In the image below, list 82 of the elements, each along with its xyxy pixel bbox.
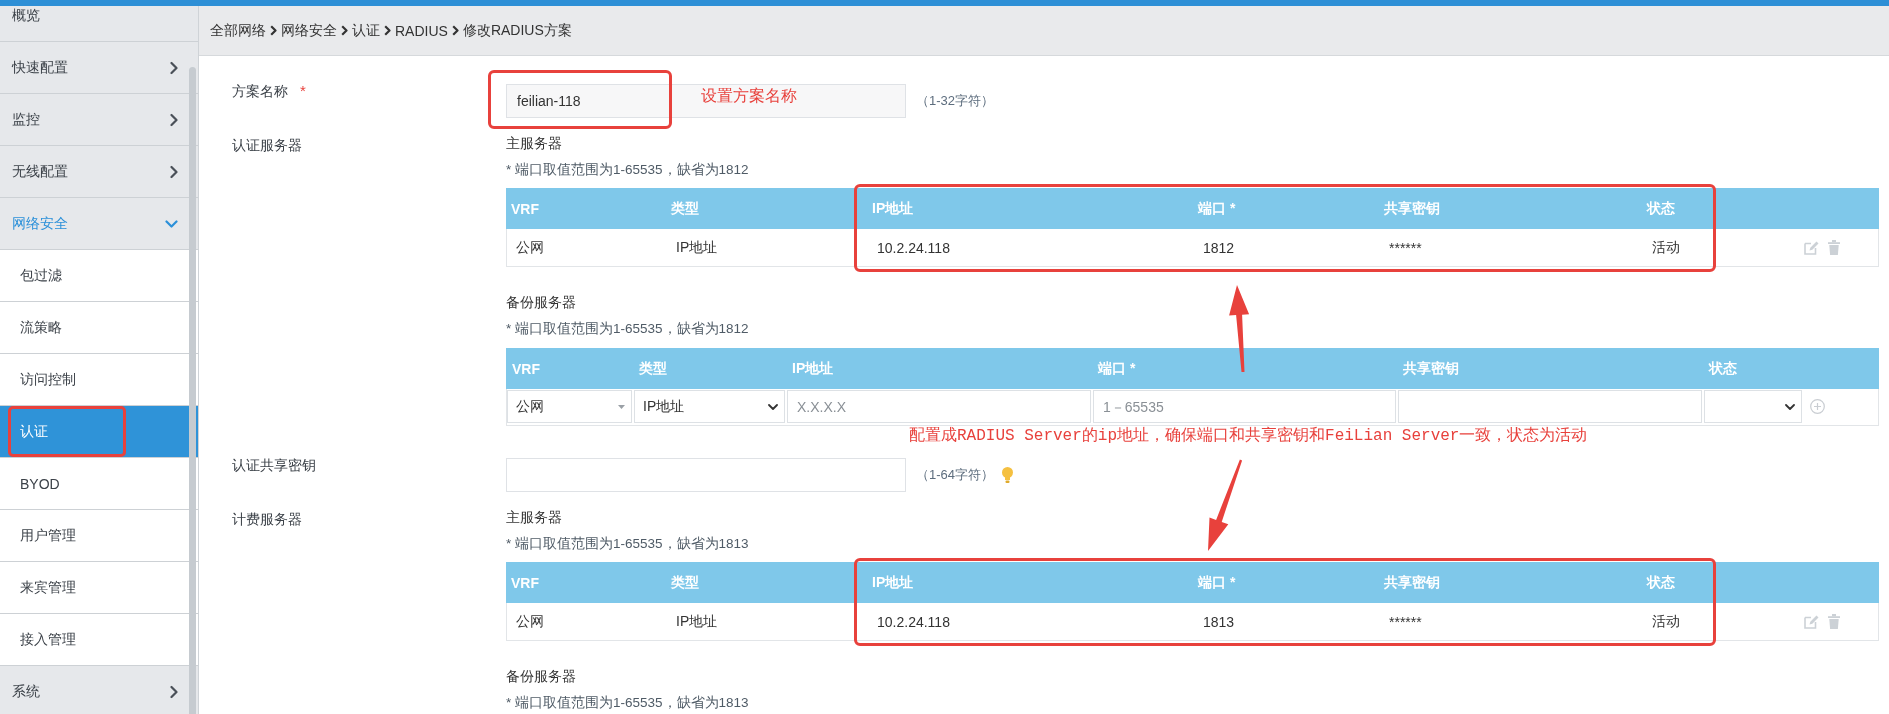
annotation-text: 配置成RADIUS Server的ip地址，确保端口和共享密钥和FeiLian Server一致，状态为活动 [909,428,1588,445]
field-label: 方案名称 [232,84,288,98]
column-header: 共享密钥 [1403,359,1459,378]
section-title: 主服务器 [506,134,562,153]
chevron-right-icon [384,25,391,36]
caret-icon [618,404,625,409]
column-header: 状态 [1709,359,1737,378]
field-label: 认证共享密钥 [232,458,316,472]
column-header: 端口 * [1098,359,1136,378]
select-field[interactable]: IP地址 [634,390,785,423]
section-title: 备份服务器 [506,667,576,686]
chevron-right-icon [170,113,178,126]
shared-key-value: ****** [1389,613,1422,630]
chevron-right-icon [170,165,178,178]
input-field[interactable] [1398,390,1702,423]
column-header: 类型 [671,199,699,218]
scrollbar[interactable] [189,67,196,714]
column-header: VRF [511,574,539,591]
column-header: 类型 [639,359,667,378]
breadcrumb-link[interactable]: 全部网络 [210,21,266,40]
input-field[interactable]: X.X.X.X [787,390,1091,423]
breadcrumb-link[interactable]: 认证 [352,21,380,40]
breadcrumb-link[interactable]: RADIUS [395,22,448,39]
chevron-right-icon [270,25,277,36]
chevron-right-icon [170,61,178,74]
chevron-down-icon [165,219,178,228]
type-value: IP地址 [676,612,718,631]
column-header: 状态 [1647,573,1675,592]
add-icon[interactable] [1810,399,1825,414]
delete-icon[interactable] [1828,240,1840,255]
column-header: 端口 * [1198,573,1236,592]
ip-address-value: 10.2.24.118 [877,239,950,256]
column-header: VRF [511,200,539,217]
column-header: IP地址 [872,573,914,592]
field-label: 认证服务器 [232,136,302,155]
status-value: 活动 [1652,612,1680,631]
section-title: 主服务器 [506,508,562,527]
breadcrumb-current: 修改RADIUS方案 [462,21,572,40]
port-value: 1813 [1203,613,1235,630]
delete-icon[interactable] [1828,614,1840,629]
column-header: 端口 * [1198,199,1236,218]
port-value: 1812 [1203,239,1235,256]
chevron-down-icon [1785,403,1795,410]
select-field[interactable] [1704,390,1802,423]
edit-icon[interactable] [1804,614,1819,629]
port-range-note: * 端口取值范围为1-65535，缺省为1812 [506,161,749,179]
menu-item[interactable]: 快速配置 [0,42,198,94]
chevron-right-icon [341,25,348,36]
menu-item[interactable]: 无线配置 [0,146,198,198]
status-value: 活动 [1652,238,1680,257]
chevron-right-icon [170,685,178,698]
port-range-note: * 端口取值范围为1-65535，缺省为1813 [506,694,749,712]
hint-text: （1-32字符） [916,92,995,110]
chevron-down-icon [768,403,778,410]
vrf-value: 公网 [516,238,544,257]
menu-item[interactable]: 监控 [0,94,198,146]
shared-key-value: ****** [1389,239,1422,256]
port-range-note: * 端口取值范围为1-65535，缺省为1812 [506,320,749,338]
column-header: IP地址 [872,199,914,218]
ip-address-value: 10.2.24.118 [877,613,950,630]
dropdown[interactable]: 公网 [507,390,632,423]
column-header: 状态 [1647,199,1675,218]
menu-item[interactable]: 概览 [0,6,198,42]
port-range-note: * 端口取值范围为1-65535，缺省为1813 [506,535,749,553]
chevron-right-icon [451,25,459,36]
edit-icon[interactable] [1804,240,1819,255]
column-header: 共享密钥 [1384,199,1440,218]
input-field[interactable]: 1－65535 [1093,390,1396,423]
column-header: VRF [512,360,540,377]
text-input-field[interactable] [506,458,906,492]
section-title: 备份服务器 [506,293,576,312]
required-mark: * [300,84,306,98]
type-value: IP地址 [676,238,718,257]
field-label: 计费服务器 [232,510,302,529]
hint-text: （1-64字符） [916,466,995,484]
column-header: 共享密钥 [1384,573,1440,592]
breadcrumb-link[interactable]: 网络安全 [281,21,337,40]
column-header: IP地址 [792,359,834,378]
annotation-text: 设置方案名称 [701,87,797,105]
column-header: 类型 [671,573,699,592]
vrf-value: 公网 [516,612,544,631]
menu-item[interactable]: 系统 [0,666,198,714]
